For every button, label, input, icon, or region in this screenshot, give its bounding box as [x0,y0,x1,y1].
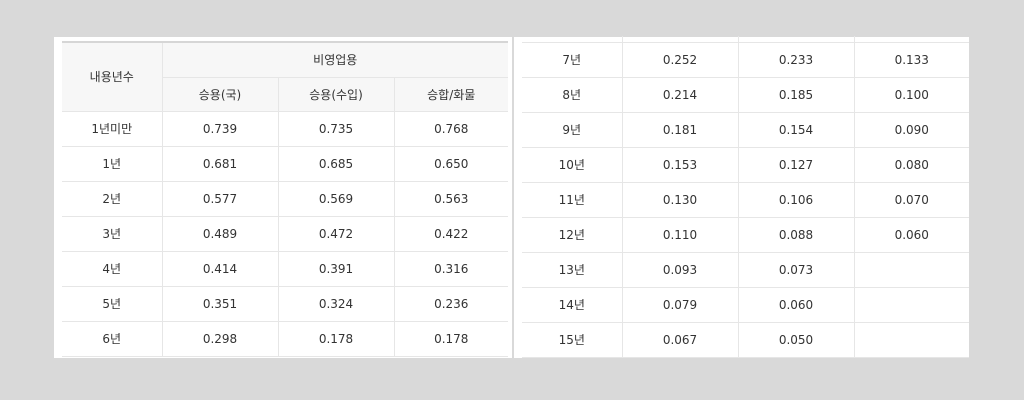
cell-value: 0.181 [622,112,739,148]
table-row: 1년 0.681 0.685 0.650 [62,146,508,182]
cell-value: 0.298 [162,321,279,357]
cell-value: 0.088 [738,217,855,253]
table-row: 13년 0.093 0.073 [522,252,969,288]
row-year: 10년 [522,147,623,183]
header-group-non-commercial: 비영업용 [162,41,508,78]
cell-value: 0.681 [162,146,279,182]
table-row: 5년 0.351 0.324 0.236 [62,286,508,322]
table-row: 7년 0.252 0.233 0.133 [522,42,969,78]
cell-value: 0.073 [738,252,855,288]
row-year: 1년미만 [62,111,163,147]
row-year: 6년 [62,321,163,357]
table-row: 1년미만 0.739 0.735 0.768 [62,111,508,147]
row-year: 12년 [522,217,623,253]
cell-value: 0.414 [162,251,279,287]
cell-value: 0.316 [394,251,508,287]
table-row: 9년 0.181 0.154 0.090 [522,112,969,148]
cell-value: 0.650 [394,146,508,182]
table-row: 15년 0.067 0.050 [522,322,969,358]
cell-value: 0.768 [394,111,508,147]
table-row: 12년 0.110 0.088 0.060 [522,217,969,253]
row-year: 9년 [522,112,623,148]
cell-value: 0.154 [738,112,855,148]
cell-value: 0.067 [622,322,739,358]
cell-value: 0.252 [622,42,739,78]
row-year: 7년 [522,42,623,78]
cell-value: 0.351 [162,286,279,322]
header-years: 내용년수 [62,41,163,112]
cell-value: 0.472 [278,216,395,252]
row-year: 3년 [62,216,163,252]
cell-value: 0.735 [278,111,395,147]
depreciation-table-right: 7년 0.252 0.233 0.133 8년 0.214 0.185 0.100 9년 0.… [522,36,969,358]
cell-value: 0.324 [278,286,395,322]
cell-value: 0.185 [738,77,855,113]
cell-value [854,322,969,358]
header-passenger-domestic: 승용(국) [162,77,279,112]
cell-value: 0.233 [738,42,855,78]
table-row: 10년 0.153 0.127 0.080 [522,147,969,183]
cell-value [854,287,969,323]
table-panel-right: 7년 0.252 0.233 0.133 8년 0.214 0.185 0.100 9년 0.… [514,36,969,358]
row-year: 4년 [62,251,163,287]
cell-value [854,252,969,288]
table-row: 14년 0.079 0.060 [522,287,969,323]
cell-value: 0.133 [854,42,969,78]
cell-value: 0.391 [278,251,395,287]
table-row: 2년 0.577 0.569 0.563 [62,181,508,217]
header-van-truck: 승합/화물 [394,77,508,112]
row-year: 11년 [522,182,623,218]
row-year: 5년 [62,286,163,322]
cell-value: 0.739 [162,111,279,147]
cell-value: 0.422 [394,216,508,252]
cell-value: 0.070 [854,182,969,218]
row-year: 14년 [522,287,623,323]
cell-value: 0.100 [854,77,969,113]
cell-value: 0.090 [854,112,969,148]
cell-value: 0.093 [622,252,739,288]
table-row: 11년 0.130 0.106 0.070 [522,182,969,218]
table-row: 8년 0.214 0.185 0.100 [522,77,969,113]
table-row: 3년 0.489 0.472 0.422 [62,216,508,252]
row-year: 8년 [522,77,623,113]
cell-value: 0.079 [622,287,739,323]
row-year: 13년 [522,252,623,288]
table-row: 4년 0.414 0.391 0.316 [62,251,508,287]
depreciation-table-left: 내용년수 비영업용 승용(국) 승용(수입) 승합/화물 1년미만 0.739 0.… [62,41,508,357]
cell-value: 0.685 [278,146,395,182]
cell-value: 0.236 [394,286,508,322]
table-panel-left: 내용년수 비영업용 승용(국) 승용(수입) 승합/화물 1년미만 0.739 0.… [54,37,512,358]
row-year: 1년 [62,146,163,182]
cell-value: 0.577 [162,181,279,217]
cell-value: 0.153 [622,147,739,183]
cell-value: 0.489 [162,216,279,252]
header-passenger-imported: 승용(수입) [278,77,395,112]
table-row: 6년 0.298 0.178 0.178 [62,321,508,357]
cell-value: 0.106 [738,182,855,218]
cell-value: 0.130 [622,182,739,218]
row-year: 15년 [522,322,623,358]
cell-value: 0.127 [738,147,855,183]
cell-value: 0.110 [622,217,739,253]
row-year: 2년 [62,181,163,217]
cell-value: 0.060 [738,287,855,323]
cell-value: 0.563 [394,181,508,217]
cell-value: 0.214 [622,77,739,113]
cell-value: 0.080 [854,147,969,183]
cell-value: 0.060 [854,217,969,253]
cell-value: 0.050 [738,322,855,358]
cell-value: 0.569 [278,181,395,217]
cell-value: 0.178 [278,321,395,357]
cell-value: 0.178 [394,321,508,357]
